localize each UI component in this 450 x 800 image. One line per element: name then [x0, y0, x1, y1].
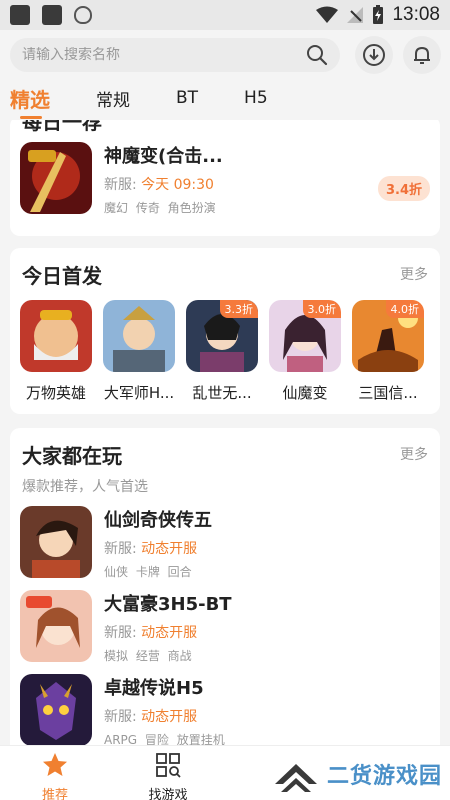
tab-h5[interactable]: H5	[244, 88, 268, 108]
server-prefix: 新服:	[104, 541, 137, 557]
watermark: 二货游戏园	[273, 754, 442, 794]
game-name: 万物英雄	[25, 384, 86, 402]
today-release-card: 今日首发 更多 万物英雄 大军师H... 3.3折 乱世无... 3.0折 仙魔…	[10, 248, 440, 414]
game-icon[interactable]: 3.0折	[269, 300, 341, 372]
server-prefix: 新服:	[104, 177, 137, 193]
game-tags: 仙侠 卡牌 回合	[104, 565, 192, 579]
server-prefix: 新服:	[104, 709, 137, 725]
nav-label: 找游戏	[148, 788, 188, 800]
search-icon[interactable]	[306, 44, 328, 66]
watermark-text: 二货游戏园	[326, 764, 442, 789]
game-icon[interactable]: 3.3折	[186, 300, 258, 372]
game-item[interactable]: 神魔变(合击... 新服: 今天 09:30 魔幻 传奇 角色扮演	[20, 142, 223, 216]
game-name: 仙剑奇侠传五	[104, 510, 212, 531]
grid-game-item[interactable]: 4.0折 三国信...	[352, 300, 424, 403]
logo-icon	[274, 764, 317, 792]
game-icon[interactable]	[20, 674, 92, 745]
game-tags: 模拟 经营 商战	[104, 649, 192, 663]
server-info: 新服: 动态开服	[104, 706, 225, 726]
game-item[interactable]: 大富豪3H5-BT 新服: 动态开服 模拟 经营 商战	[20, 590, 232, 664]
nav-recommend[interactable]: 推荐	[25, 752, 85, 800]
notification-icon	[42, 5, 62, 25]
grid-search-icon	[156, 753, 181, 778]
section-heading: 每日一荐	[22, 120, 102, 134]
game-icon[interactable]	[20, 590, 92, 662]
category-tabs: 精选 常规 BT H5	[0, 80, 450, 119]
grid-game-item[interactable]: 万物英雄	[20, 300, 92, 403]
grid-game-item[interactable]: 大军师H...	[103, 300, 175, 403]
server-info: 新服: 今天 09:30	[104, 174, 223, 194]
game-name: 大富豪3H5-BT	[104, 594, 232, 615]
nav-label: 推荐	[41, 788, 68, 800]
server-time: 今天 09:30	[141, 177, 214, 193]
header: 精选 常规 BT H5	[0, 30, 450, 120]
server-info: 新服: 动态开服	[104, 622, 232, 642]
search-input[interactable]	[22, 47, 306, 63]
search-bar[interactable]	[10, 38, 340, 72]
grid-game-item[interactable]: 3.3折 乱世无...	[186, 300, 258, 403]
game-icon[interactable]	[20, 300, 92, 372]
bell-icon	[414, 46, 430, 64]
game-name: 三国信...	[358, 384, 418, 402]
download-icon	[363, 44, 385, 66]
wifi-icon	[316, 6, 339, 23]
signal-icon	[347, 7, 364, 23]
download-button[interactable]	[355, 36, 393, 74]
game-name: 大军师H...	[103, 384, 175, 402]
tab-regular[interactable]: 常规	[96, 86, 130, 111]
daily-recommend-card: 每日一荐 神魔变(合击... 新服: 今天 09:30 魔幻 传奇 角色扮演 3…	[10, 120, 440, 236]
battery-icon	[373, 5, 384, 24]
notification-button[interactable]	[403, 36, 441, 74]
bottom-nav: 推荐 找游戏 二货游戏园	[0, 745, 450, 800]
shield-icon	[74, 6, 92, 24]
server-prefix: 新服:	[104, 625, 137, 641]
game-name: 神魔变(合击...	[104, 146, 223, 167]
server-status: 动态开服	[141, 541, 198, 557]
discount-badge: 3.3折	[219, 300, 258, 318]
server-info: 新服: 动态开服	[104, 538, 212, 558]
more-link[interactable]: 更多	[400, 264, 428, 284]
game-tags: 魔幻 传奇 角色扮演	[104, 201, 216, 215]
notification-icon	[10, 5, 30, 25]
game-icon[interactable]: 4.0折	[352, 300, 424, 372]
section-title: 今日首发	[22, 264, 102, 288]
server-status: 动态开服	[141, 709, 198, 725]
game-item[interactable]: 卓越传说H5 新服: 动态开服 ARPG 冒险 放置挂机	[20, 674, 225, 745]
game-tags: ARPG 冒险 放置挂机	[104, 733, 225, 745]
game-name: 仙魔变	[282, 384, 328, 402]
game-icon[interactable]	[20, 142, 92, 214]
game-name: 卓越传说H5	[104, 678, 204, 699]
game-icon[interactable]	[103, 300, 175, 372]
status-bar: 13:08	[0, 0, 450, 30]
game-name: 乱世无...	[192, 384, 252, 402]
game-icon[interactable]	[20, 506, 92, 578]
server-status: 动态开服	[141, 625, 198, 641]
grid-game-item[interactable]: 3.0折 仙魔变	[269, 300, 341, 403]
discount-badge: 4.0折	[385, 300, 424, 318]
tab-featured[interactable]: 精选	[10, 84, 50, 119]
popular-card: 大家都在玩 更多 爆款推荐，人气首选 仙剑奇侠传五 新服: 动态开服 仙侠 卡牌…	[10, 428, 440, 745]
nav-find-games[interactable]: 找游戏	[138, 752, 198, 800]
status-time: 13:08	[392, 4, 440, 25]
section-title: 大家都在玩	[22, 444, 122, 468]
discount-badge: 3.4折	[377, 176, 430, 201]
tab-bt[interactable]: BT	[176, 88, 198, 108]
star-icon	[43, 753, 67, 776]
more-link[interactable]: 更多	[400, 444, 428, 464]
section-subtitle: 爆款推荐，人气首选	[22, 479, 148, 495]
discount-badge: 3.0折	[302, 300, 341, 318]
content-scroll[interactable]: 每日一荐 神魔变(合击... 新服: 今天 09:30 魔幻 传奇 角色扮演 3…	[0, 120, 450, 745]
game-item[interactable]: 仙剑奇侠传五 新服: 动态开服 仙侠 卡牌 回合	[20, 506, 212, 580]
